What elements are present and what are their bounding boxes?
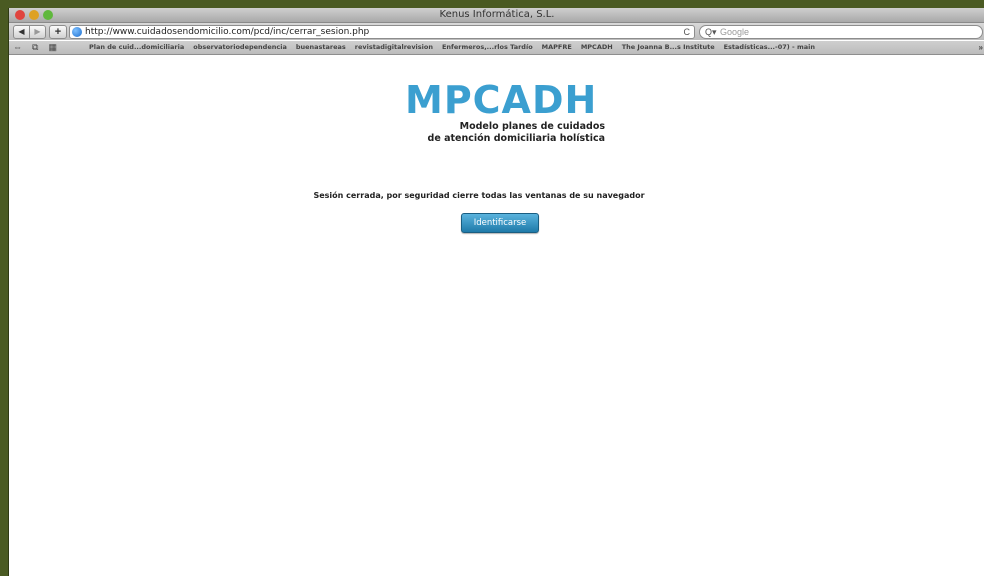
forward-button[interactable]: ▶ — [29, 25, 46, 39]
site-subtitle: Modelo planes de cuidados de atención do… — [389, 121, 605, 145]
site-logo: MPCADH — [405, 78, 598, 122]
back-button[interactable]: ◀ — [13, 25, 30, 39]
bookmark-item[interactable]: revistadigitalrevision — [355, 41, 433, 54]
search-icon: Q▾ — [705, 27, 717, 37]
reading-list-icon[interactable]: ⧉ — [32, 41, 38, 54]
subtitle-line-1: Modelo planes de cuidados — [459, 121, 605, 132]
bookmark-item[interactable]: buenastareas — [296, 41, 346, 54]
bookmark-item[interactable]: Enfermeros,...rlos Tardío — [442, 41, 533, 54]
bookmark-item[interactable]: observatoriodependencia — [193, 41, 287, 54]
browser-window: Kenus Informática, S.L. ◀ ▶ + http://www… — [8, 8, 984, 576]
shared-links-icon[interactable]: ⇔ — [13, 41, 22, 54]
top-sites-icon[interactable]: ▦ — [48, 41, 57, 54]
reload-icon[interactable]: C — [684, 26, 691, 38]
address-bar[interactable]: http://www.cuidadosendomicilio.com/pcd/i… — [69, 25, 695, 39]
globe-icon — [72, 27, 82, 37]
subtitle-line-2: de atención domiciliaria holística — [427, 133, 605, 144]
session-closed-message: Sesión cerrada, por seguridad cierre tod… — [313, 191, 645, 200]
navigation-toolbar: ◀ ▶ + http://www.cuidadosendomicilio.com… — [9, 23, 984, 40]
add-bookmark-button[interactable]: + — [49, 25, 67, 39]
title-bar: Kenus Informática, S.L. — [9, 8, 984, 23]
search-placeholder: Google — [720, 27, 750, 37]
more-bookmarks-icon[interactable]: » — [979, 41, 983, 54]
bookmarks-bar: ⇔ ⧉ ▦ Plan de cuid...domiciliaria observ… — [9, 41, 984, 55]
search-field[interactable]: Q▾ Google — [699, 25, 983, 39]
bookmark-item[interactable]: Estadísticas...-07) - main — [724, 41, 815, 54]
login-button[interactable]: Identificarse — [461, 213, 539, 233]
url-text[interactable]: http://www.cuidadosendomicilio.com/pcd/i… — [85, 26, 369, 38]
bookmark-item[interactable]: MAPFRE — [542, 41, 572, 54]
window-title: Kenus Informática, S.L. — [439, 9, 555, 20]
bookmark-item[interactable]: The Joanna B...s Institute — [622, 41, 715, 54]
bookmark-item[interactable]: MPCADH — [581, 41, 613, 54]
bookmark-item[interactable]: Plan de cuid...domiciliaria — [89, 41, 184, 54]
page-content: MPCADH Modelo planes de cuidados de aten… — [9, 55, 984, 576]
